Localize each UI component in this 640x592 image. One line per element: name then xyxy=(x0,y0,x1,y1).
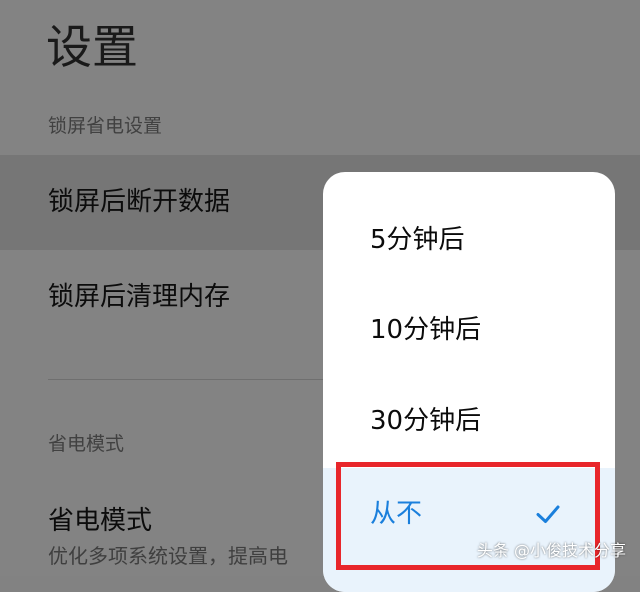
section-header-lock-screen: 锁屏省电设置 xyxy=(48,115,163,137)
row-label-power-saving: 省电模式 xyxy=(48,506,153,536)
option-10-minutes[interactable]: 10分钟后 xyxy=(323,285,615,375)
row-label-disconnect-data: 锁屏后断开数据 xyxy=(48,187,231,217)
option-label: 30分钟后 xyxy=(370,406,482,436)
option-label: 10分钟后 xyxy=(370,315,482,345)
option-label: 5分钟后 xyxy=(370,225,465,255)
section-divider xyxy=(48,379,348,380)
row-subtitle-power-saving: 优化多项系统设置，提高电 xyxy=(48,544,288,568)
section-header-power-mode: 省电模式 xyxy=(48,433,125,455)
option-5-minutes[interactable]: 5分钟后 xyxy=(323,195,615,285)
row-label-clear-memory: 锁屏后清理内存 xyxy=(48,282,231,312)
watermark: 头条 @小俊技术分享 xyxy=(476,541,626,560)
option-30-minutes[interactable]: 30分钟后 xyxy=(323,376,615,466)
settings-screen: 设置 锁屏省电设置 锁屏后断开数据 锁屏后清理内存 省电模式 省电模式 优化多项… xyxy=(0,0,640,592)
page-title: 设置 xyxy=(46,20,138,74)
